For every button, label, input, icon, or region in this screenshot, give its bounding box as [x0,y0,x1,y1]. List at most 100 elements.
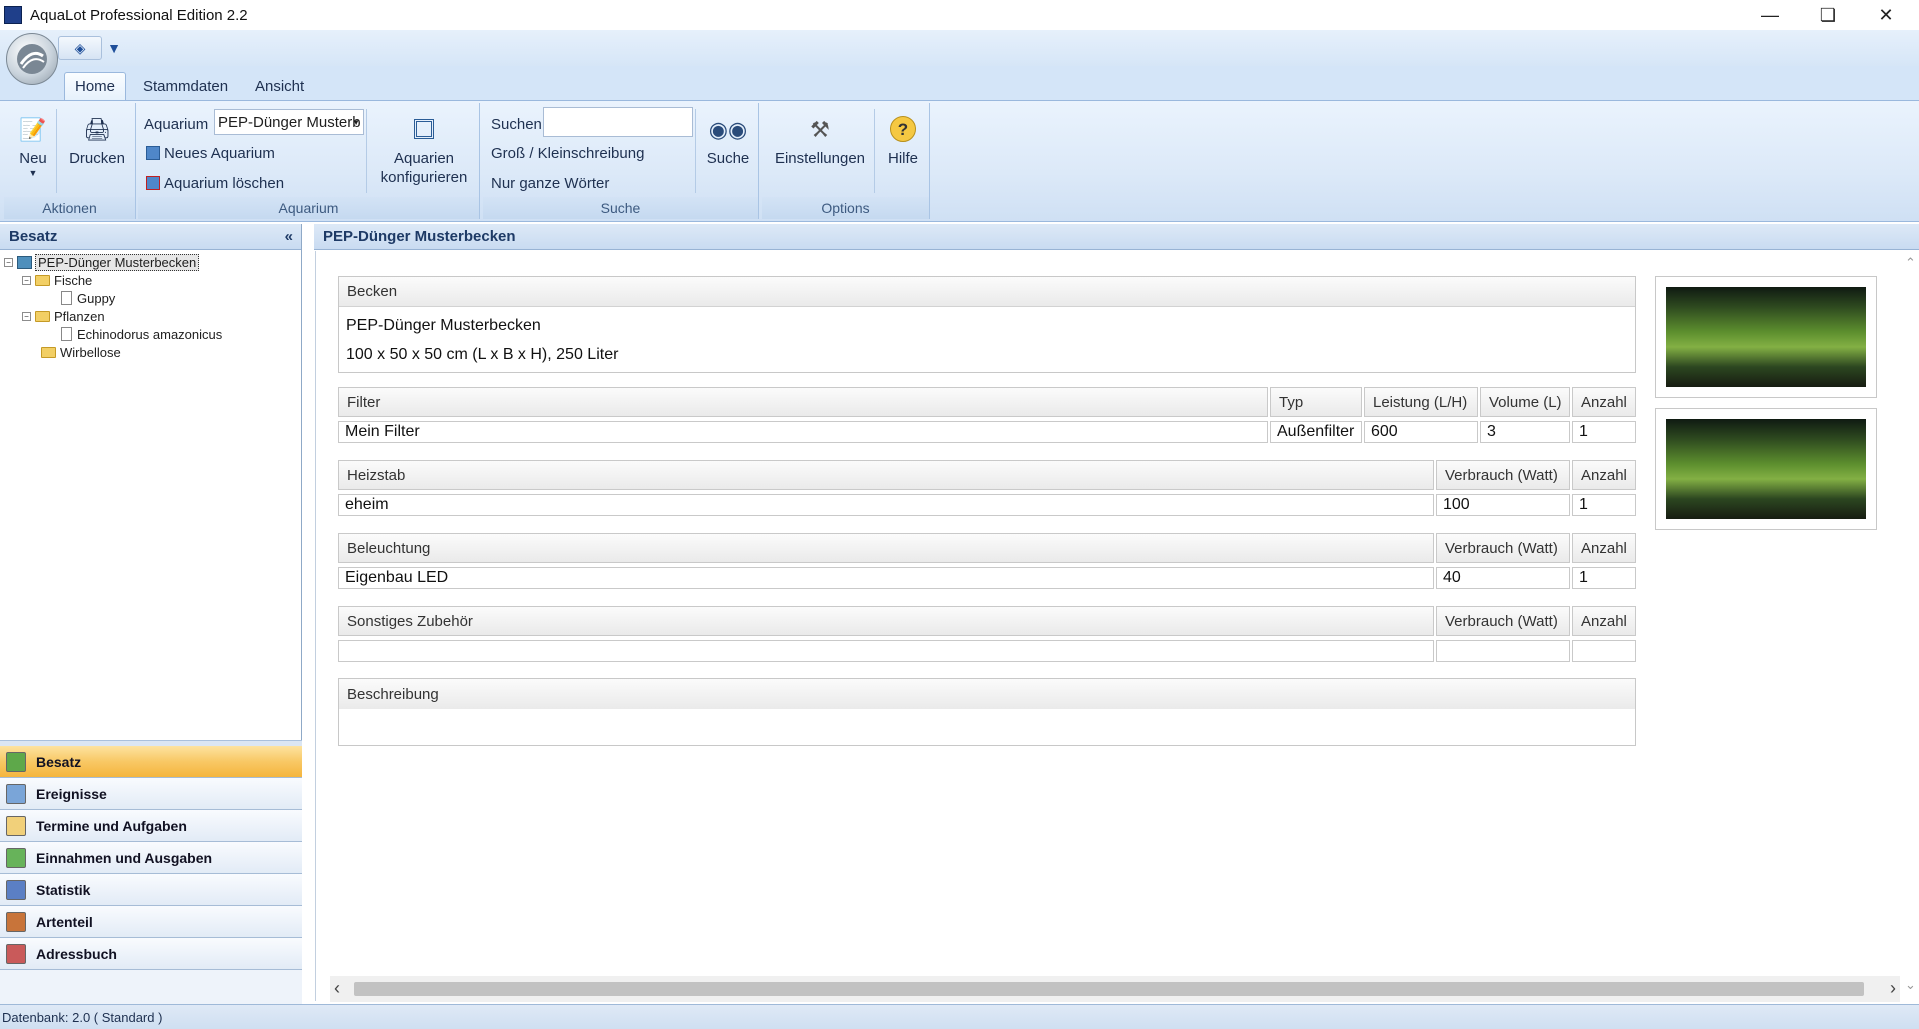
filter-leistung-cell[interactable]: 600 [1364,421,1478,443]
einstellungen-button[interactable]: ⚒ Einstellungen [768,113,872,168]
heizstab-name-cell[interactable]: eheim [338,494,1434,516]
clipboard-check-icon [6,815,26,836]
binoculars-icon: ◉◉ [708,116,748,142]
heizstab-header-name: Heizstab [338,460,1434,490]
tree-node-wirbellose[interactable]: Wirbellose [41,343,121,361]
heizstab-anzahl-cell[interactable]: 1 [1572,494,1636,516]
folder-icon [41,346,56,358]
filter-header-anzahl: Anzahl [1572,387,1636,417]
aquarium-photo-2[interactable] [1655,408,1877,530]
tab-ansicht[interactable]: Ansicht [245,72,314,100]
nav-item-adressbuch-label: Adressbuch [36,945,117,962]
gross-kleinschreibung-option[interactable]: Groß / Kleinschreibung [491,141,644,165]
tab-ansicht-label: Ansicht [255,77,305,95]
sonstiges-name-cell[interactable] [338,640,1434,662]
nav-item-artenteil[interactable]: Artenteil [0,906,302,938]
separator [874,109,875,193]
aquarium-loeschen-button[interactable]: Aquarium löschen [146,171,284,195]
tab-home-label: Home [75,78,116,95]
beleuchtung-header-anzahl: Anzahl [1572,533,1636,563]
nav-item-ereignisse[interactable]: Ereignisse [0,778,302,810]
scroll-down-icon[interactable]: ⌄ [1905,977,1916,993]
aquarium-icon [17,255,32,269]
ribbon-tabs: Home Stammdaten Ansicht [0,66,1919,100]
restore-icon: ❏ [1819,4,1837,25]
drucken-button[interactable]: 🖨 Drucken [64,113,130,168]
application-menu-button[interactable] [6,33,58,85]
horizontal-scrollbar[interactable]: ‹ › [330,976,1900,1002]
heizstab-header-anzahl: Anzahl [1572,460,1636,490]
bar-chart-icon [6,879,26,900]
tree-node-root[interactable]: − PEP-Dünger Musterbecken [4,253,200,271]
money-icon [6,847,26,868]
address-book-icon [6,943,26,964]
becken-dimensions: 100 x 50 x 50 cm (L x B x H), 250 Liter [346,346,619,363]
scroll-left-icon[interactable]: ‹ [334,978,340,999]
hilfe-button[interactable]: ? Hilfe [880,113,926,168]
nav-item-adressbuch[interactable]: Adressbuch [0,938,302,970]
vertical-scrollbar[interactable]: ⌃ ⌄ [1903,251,1919,1001]
aquarium-photo-1[interactable] [1655,276,1877,398]
konfig-label-2: konfigurieren [380,169,468,186]
besatz-tree: − PEP-Dünger Musterbecken − Fische Guppy… [0,250,301,764]
nav-item-statistik-label: Statistik [36,881,91,898]
tab-home[interactable]: Home [64,72,127,100]
delete-aquarium-icon [146,176,160,190]
neu-button[interactable]: 📝 Neu ▼ [10,113,56,178]
search-input[interactable] [543,107,693,137]
heizstab-verbrauch-cell[interactable]: 100 [1436,494,1570,516]
maximize-button[interactable]: ❏ [1799,0,1857,30]
suche-button-label: Suche [706,150,750,167]
collapse-panel-button[interactable]: « [285,228,293,245]
configure-icon [408,113,440,145]
minimize-button[interactable]: — [1741,0,1799,30]
collapse-icon[interactable]: − [22,275,31,285]
calendar-icon [6,783,26,804]
hilfe-label: Hilfe [887,150,918,167]
aquarien-konfigurieren-button[interactable]: Aquarien konfigurieren [372,113,476,187]
filter-volume-cell[interactable]: 3 [1480,421,1570,443]
scroll-right-icon[interactable]: › [1890,978,1896,999]
nav-item-besatz[interactable]: Besatz [0,746,302,778]
tree-node-pflanzen[interactable]: − Pflanzen [22,307,105,325]
aquarium-select[interactable]: PEP-Dünger Musterb ▼ [214,109,364,135]
beleuchtung-anzahl-cell[interactable]: 1 [1572,567,1636,589]
scrollbar-thumb[interactable] [354,982,1864,996]
tree-node-guppy[interactable]: Guppy [61,289,115,307]
group-aktionen: 📝 Neu ▼ 🖨 Drucken Aktionen [4,103,136,219]
sonstiges-anzahl-cell[interactable] [1572,640,1636,662]
konfig-label-1: Aquarien [393,150,455,167]
beleuchtung-name-cell[interactable]: Eigenbau LED [338,567,1434,589]
filter-name-cell[interactable]: Mein Filter [338,421,1268,443]
close-button[interactable]: ✕ [1857,0,1915,30]
becken-card: Becken PEP-Dünger Musterbecken 100 x 50 … [338,276,1636,373]
neu-label: Neu [19,150,47,167]
main-panel-header: PEP-Dünger Musterbecken [314,224,1919,250]
collapse-icon[interactable]: − [22,311,31,321]
aquarium-loeschen-label: Aquarium löschen [164,174,285,192]
nav-item-einnahmen[interactable]: Einnahmen und Ausgaben [0,842,302,874]
tab-stammdaten[interactable]: Stammdaten [133,72,238,100]
title-bar: AquaLot Professional Edition 2.2 [0,0,1919,30]
tree-node-fische[interactable]: − Fische [22,271,92,289]
neues-aquarium-button[interactable]: Neues Aquarium [146,141,275,165]
tree-node-echinodorus[interactable]: Echinodorus amazonicus [61,325,222,343]
qat-customize-button[interactable]: ▼ [104,36,124,60]
beschreibung-text[interactable] [339,709,1635,745]
sonstiges-verbrauch-cell[interactable] [1436,640,1570,662]
beleuchtung-verbrauch-cell[interactable]: 40 [1436,567,1570,589]
scroll-up-icon[interactable]: ⌃ [1905,255,1916,271]
nav-item-statistik[interactable]: Statistik [0,874,302,906]
chevron-down-icon: ▼ [352,117,360,127]
ganze-woerter-option[interactable]: Nur ganze Wörter [491,171,609,195]
collapse-icon[interactable]: − [4,257,13,267]
filter-typ-cell[interactable]: Außenfilter [1270,421,1362,443]
qat-back-button[interactable]: ◈ [58,36,102,60]
suche-button[interactable]: ◉◉ Suche [701,113,755,168]
nav-item-artenteil-label: Artenteil [36,913,93,930]
separator [366,109,367,193]
nav-item-termine[interactable]: Termine und Aufgaben [0,810,302,842]
tree-node-fische-label: Fische [54,272,93,288]
filter-header-name: Filter [338,387,1268,417]
filter-anzahl-cell[interactable]: 1 [1572,421,1636,443]
